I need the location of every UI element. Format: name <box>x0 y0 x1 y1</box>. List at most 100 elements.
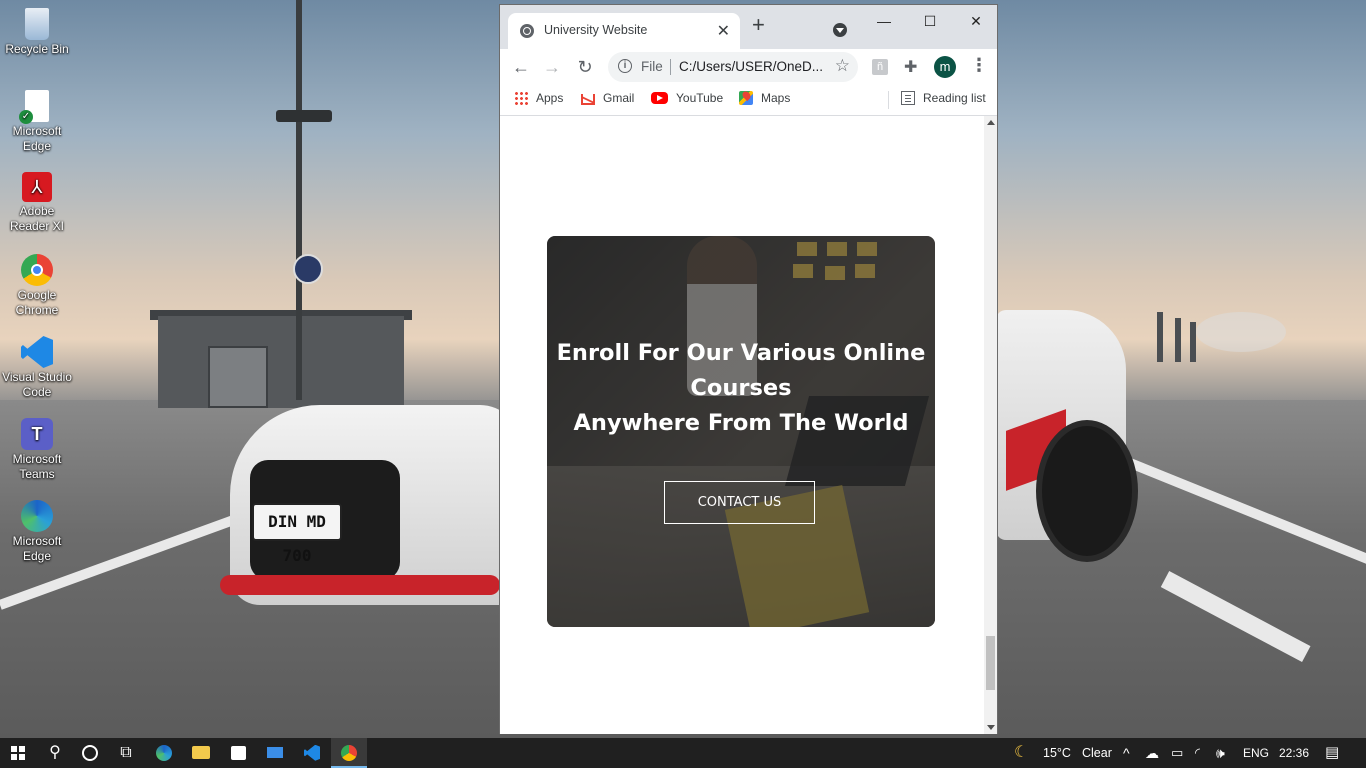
taskbar-edge[interactable] <box>146 738 182 768</box>
desktop-icon-label: Microsoft Edge <box>12 534 62 563</box>
bookmark-star-icon[interactable]: ☆ <box>835 56 850 76</box>
profile-avatar[interactable]: m <box>934 56 956 78</box>
windows-icon <box>11 745 25 760</box>
info-icon[interactable]: i <box>618 59 632 73</box>
chrome-icon <box>21 254 53 286</box>
scroll-thumb[interactable] <box>986 636 995 690</box>
toolbar: ← → ↻ i File C:/Users/USER/OneD... ☆ ñ ✚… <box>500 49 997 85</box>
edge-icon <box>156 744 172 761</box>
bookmark-youtube[interactable]: YouTube <box>651 91 723 105</box>
store-icon <box>230 745 246 760</box>
gmail-icon <box>581 93 595 105</box>
desktop-icon-chrome[interactable]: Google Chrome <box>0 254 74 318</box>
bookmarks-bar: Apps Gmail YouTube Maps Reading list <box>500 85 997 116</box>
taskbar-file-explorer[interactable] <box>183 738 219 768</box>
address-bar[interactable]: i File C:/Users/USER/OneD... ☆ <box>608 52 858 82</box>
chimney <box>1157 312 1163 362</box>
tab-search-icon[interactable] <box>833 23 847 37</box>
vscode-icon <box>304 744 320 761</box>
hero-banner: Enroll For Our Various Online Courses An… <box>547 236 935 627</box>
reload-button[interactable]: ↻ <box>573 55 597 79</box>
desktop-icon-label: Visual Studio Code <box>2 370 72 399</box>
lamp-pole <box>296 0 302 400</box>
minimize-button[interactable]: — <box>869 11 899 31</box>
reading-list-icon <box>901 91 915 105</box>
contact-us-button[interactable]: CONTACT US <box>664 481 815 524</box>
search-button[interactable]: ⚲ <box>37 738 73 768</box>
extension-icon[interactable]: ñ <box>872 59 888 75</box>
notifications-icon[interactable]: ▤ <box>1325 738 1339 768</box>
browser-tab[interactable]: University Website ✕ <box>508 13 740 49</box>
scroll-down-icon[interactable] <box>987 725 995 730</box>
bookmark-maps[interactable]: Maps <box>739 91 790 105</box>
moon-icon: ☾ <box>1014 744 1029 761</box>
start-button[interactable] <box>0 738 36 768</box>
onedrive-icon[interactable]: ☁ <box>1145 738 1159 768</box>
cortana-icon <box>82 744 98 761</box>
weather-text[interactable]: Clear <box>1082 738 1112 768</box>
extensions-puzzle-icon[interactable]: ✚ <box>904 57 917 77</box>
clock[interactable]: 22:36 <box>1279 738 1309 768</box>
tab-close-icon[interactable]: ✕ <box>717 21 730 41</box>
vertical-scrollbar[interactable] <box>984 116 997 734</box>
bookmark-label: Apps <box>536 91 564 105</box>
car-rear <box>996 300 1138 562</box>
bookmark-apps[interactable]: Apps <box>514 91 563 105</box>
scroll-up-icon[interactable] <box>987 120 995 125</box>
search-icon: ⚲ <box>49 744 61 761</box>
taskbar-chrome[interactable] <box>331 738 367 768</box>
cortana-button[interactable] <box>72 738 108 768</box>
hero-heading-line: Anywhere From The World <box>573 410 909 436</box>
recycle-bin-icon <box>25 8 49 40</box>
reading-list-label: Reading list <box>923 91 986 105</box>
bookmark-label: Maps <box>761 91 791 105</box>
mail-icon <box>267 747 283 759</box>
taskbar-mail[interactable] <box>257 738 293 768</box>
car-trim <box>220 575 500 595</box>
desktop-icon-label: Microsoft Edge <box>12 124 62 153</box>
maximize-button[interactable]: ☐ <box>915 11 945 31</box>
new-tab-button[interactable]: + <box>752 14 765 36</box>
desktop-icon-edge[interactable]: Microsoft Edge <box>0 500 74 564</box>
apps-icon <box>514 91 528 105</box>
volume-icon[interactable]: 🕪 <box>1216 738 1225 768</box>
desktop-icon-label: Google Chrome <box>15 288 59 317</box>
vscode-icon <box>21 336 53 368</box>
tab-title: University Website <box>544 23 648 37</box>
desktop-icon-teams[interactable]: T Microsoft Teams <box>0 418 74 482</box>
forward-button[interactable]: → <box>540 55 564 79</box>
language-indicator[interactable]: ENG <box>1243 738 1269 768</box>
globe-icon <box>520 24 534 38</box>
hero-heading: Enroll For Our Various Online Courses An… <box>547 336 935 441</box>
page-viewport: Enroll For Our Various Online Courses An… <box>500 116 984 734</box>
reading-list-button[interactable]: Reading list <box>901 91 986 105</box>
desktop-icon-vscode[interactable]: Visual Studio Code <box>0 336 74 400</box>
title-bar: University Website ✕ + — ☐ ✕ <box>500 5 997 49</box>
battery-icon[interactable]: ▭ <box>1171 738 1183 768</box>
edge-icon <box>21 500 53 532</box>
weather-temp[interactable]: 15°C <box>1043 738 1071 768</box>
wifi-icon[interactable]: ◜ <box>1195 738 1200 768</box>
street-lamp <box>276 110 332 122</box>
teams-icon: T <box>21 418 53 450</box>
task-view-button[interactable]: ⧉ <box>108 738 144 768</box>
taskbar-vscode[interactable] <box>294 738 330 768</box>
url-text[interactable]: C:/Users/USER/OneD... <box>679 59 829 74</box>
desktop-icon-adobe-reader[interactable]: ⅄ Adobe Reader XI <box>0 172 74 234</box>
desktop-icon-label: Adobe Reader XI <box>9 204 65 233</box>
desktop-icon-edge-file[interactable]: ✓ Microsoft Edge <box>0 90 74 154</box>
task-view-icon: ⧉ <box>120 744 132 761</box>
car-front: DIN MD 700 <box>210 375 520 625</box>
chimney <box>1190 322 1196 362</box>
bookmark-gmail[interactable]: Gmail <box>581 91 634 105</box>
taskbar-store[interactable] <box>220 738 256 768</box>
maps-icon <box>739 91 753 105</box>
folder-icon <box>192 746 210 760</box>
hero-heading-line: Courses <box>690 375 792 401</box>
chevron-up-icon[interactable]: ^ <box>1123 738 1130 768</box>
close-button[interactable]: ✕ <box>961 11 991 31</box>
chrome-icon <box>341 744 357 761</box>
menu-icon[interactable]: ⋮ <box>970 55 988 76</box>
back-button[interactable]: ← <box>509 55 533 79</box>
desktop-icon-recycle-bin[interactable]: Recycle Bin <box>0 8 74 57</box>
